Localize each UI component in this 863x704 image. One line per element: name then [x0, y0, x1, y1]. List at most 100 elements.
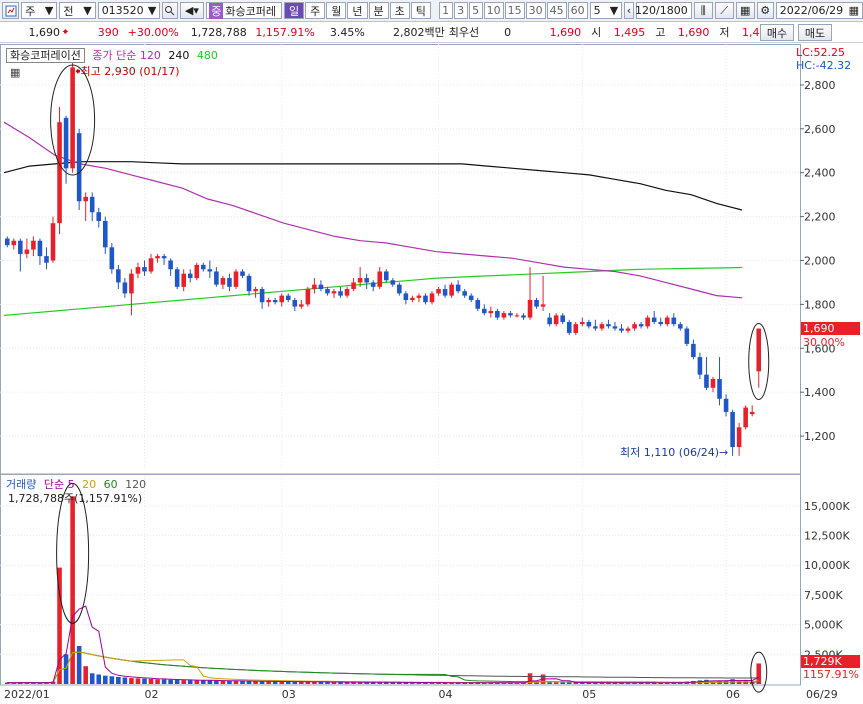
- chart-canvas[interactable]: 2,8002,6002,4002,2002,0001,8001,6001,400…: [0, 44, 863, 704]
- candle-body: [4, 238, 10, 246]
- candle-body: [325, 289, 330, 294]
- interval-button-45[interactable]: 45: [546, 2, 567, 19]
- volume-bar: [207, 680, 213, 684]
- high-label: 고: [655, 26, 666, 39]
- priority-value: 0: [504, 25, 512, 39]
- candle-body: [220, 278, 226, 285]
- sell-button[interactable]: 매도: [798, 24, 832, 41]
- candle-body: [632, 324, 637, 329]
- interval-button-30[interactable]: 30: [525, 2, 546, 19]
- count-field[interactable]: 120/1800: [635, 2, 692, 19]
- candle-body: [403, 293, 409, 301]
- interval-button-60[interactable]: 60: [567, 2, 588, 19]
- drawing-tool-button[interactable]: ⟋: [714, 2, 734, 19]
- chart-type-icon[interactable]: ▦: [10, 66, 20, 79]
- price-tick-label: 1,400: [804, 386, 836, 399]
- candle-body: [83, 196, 88, 202]
- period-tab-2[interactable]: 월: [326, 2, 347, 19]
- volume-bar: [148, 679, 154, 684]
- candle-body: [364, 278, 369, 283]
- candle-body: [207, 269, 213, 272]
- candle-body: [279, 295, 285, 303]
- interval-button-1[interactable]: 1: [438, 2, 453, 19]
- volume-bar: [96, 674, 102, 684]
- period-tab-1[interactable]: 주: [305, 2, 326, 19]
- buy-button[interactable]: 매수: [760, 24, 794, 41]
- candle-body: [285, 295, 291, 301]
- candle-body: [514, 315, 520, 317]
- period-tab-3[interactable]: 년: [347, 2, 368, 19]
- candle-body: [625, 328, 631, 331]
- x-tick-label: 03: [282, 688, 296, 701]
- volume-tick-label: 7,500K: [804, 589, 843, 602]
- chevron-down-icon: ▼: [83, 4, 92, 17]
- volume-bar: [201, 680, 206, 684]
- type-select[interactable]: 주 ▼: [21, 2, 58, 19]
- volume-bar: [253, 681, 258, 684]
- candle-body: [377, 271, 383, 287]
- scroll-left-button[interactable]: ‹: [624, 2, 634, 19]
- arrow-right-icon: →: [719, 446, 729, 459]
- candle-body: [70, 67, 75, 169]
- low-annotation: 최저 1,110 (06/24)→: [620, 444, 728, 460]
- period-tab-5[interactable]: 초: [389, 2, 410, 19]
- gear-icon: ⚙: [760, 4, 771, 17]
- price-tick-label: 2,400: [804, 167, 836, 180]
- interval-button-15[interactable]: 15: [504, 2, 525, 19]
- company-field[interactable]: 중 화승코퍼레: [206, 2, 283, 19]
- candle-body: [357, 278, 363, 283]
- candle-body: [495, 310, 500, 318]
- grid-icon: ▦: [739, 4, 751, 17]
- chevron-down-icon: ▼: [609, 4, 619, 17]
- candle-body: [266, 300, 271, 303]
- candle-body: [370, 282, 376, 287]
- price-ma240[interactable]: 240: [168, 49, 189, 62]
- candle-body: [24, 249, 30, 254]
- candle-body: [560, 315, 565, 322]
- candle-body: [410, 297, 415, 301]
- candle-body: [658, 321, 664, 325]
- candle-body: [155, 256, 160, 259]
- price-ma-label[interactable]: 종가 단순: [92, 49, 136, 62]
- price-change-pct: +30.00%: [127, 25, 179, 39]
- period-tab-0[interactable]: 일: [284, 2, 305, 19]
- stock-code-input[interactable]: 013520 ▼: [97, 2, 161, 19]
- candle-body: [455, 284, 461, 292]
- low-annotation-text: 최저 1,110 (06/24): [620, 446, 720, 459]
- volume-bar: [259, 681, 265, 684]
- chart-area[interactable]: 2,800 2,600 2,400 2,200 2,000 1,800 1,600 1,400…: [0, 44, 863, 704]
- date-field[interactable]: 2022/06/29 ▦: [775, 2, 863, 19]
- type2-select[interactable]: 전 ▼: [59, 2, 96, 19]
- candle-body: [508, 313, 513, 316]
- candle-body: [488, 310, 494, 314]
- interval-button-10[interactable]: 10: [483, 2, 504, 19]
- volume-ma5-line: [7, 605, 759, 684]
- interval-button-5[interactable]: 5: [468, 2, 483, 19]
- settings-button[interactable]: ⚙: [756, 2, 774, 19]
- x-tick-label-last: 06/29: [806, 688, 838, 701]
- candle-body: [481, 308, 487, 314]
- multi-chart-button[interactable]: ▦: [735, 2, 755, 19]
- candle-body: [142, 267, 147, 272]
- audio-button[interactable]: ◀▾: [179, 2, 205, 19]
- price-ma120[interactable]: 120: [140, 49, 161, 62]
- candle-body: [122, 282, 128, 294]
- price-legend-name[interactable]: 화승코퍼레이션: [6, 48, 85, 63]
- price-ma480[interactable]: 480: [197, 49, 218, 62]
- chart-settings-button[interactable]: [2, 2, 20, 19]
- price-change: 390: [97, 25, 119, 39]
- candle-body: [501, 313, 507, 318]
- candle-body: [756, 328, 762, 372]
- interval-button-3[interactable]: 3: [453, 2, 468, 19]
- candle-body: [697, 357, 703, 375]
- search-button[interactable]: [162, 2, 178, 19]
- candle-type-button[interactable]: ⫼: [693, 2, 713, 19]
- candle-body: [37, 240, 43, 257]
- candle-body: [148, 258, 154, 272]
- period-tab-6[interactable]: 틱: [410, 2, 431, 19]
- interval-select[interactable]: 5 ▼: [589, 2, 623, 19]
- period-tab-4[interactable]: 분: [368, 2, 389, 19]
- volume-bar: [142, 678, 147, 684]
- volume-bar: [122, 677, 128, 684]
- volume-bar: [129, 678, 134, 684]
